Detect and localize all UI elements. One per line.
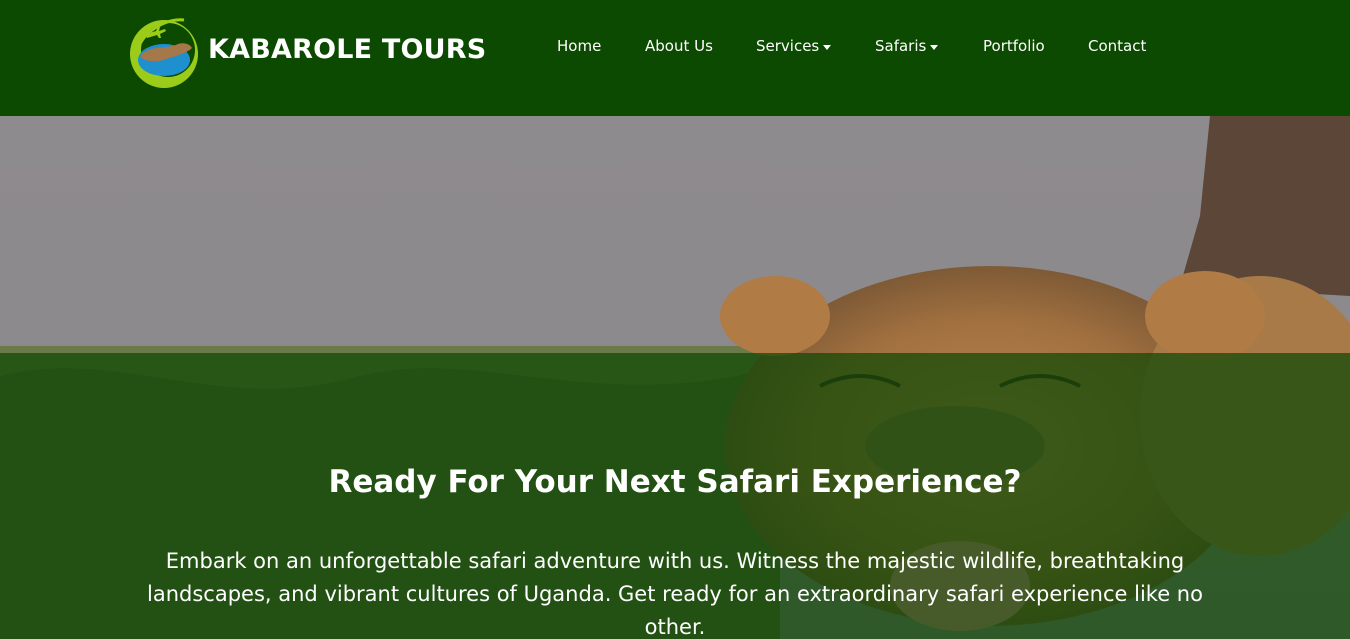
caret-down-icon	[930, 44, 939, 50]
nav-about-us[interactable]: About Us	[645, 37, 713, 55]
nav-services[interactable]: Services	[756, 37, 832, 55]
nav-safaris-label: Safaris	[875, 37, 927, 55]
nav-home[interactable]: Home	[557, 37, 601, 55]
brand-name: KABAROLE TOURS	[208, 34, 487, 65]
nav-portfolio-label: Portfolio	[983, 37, 1045, 55]
nav-safaris[interactable]: Safaris	[875, 37, 939, 55]
airplane-globe-logo-icon	[130, 18, 198, 88]
hero-section: Ready For Your Next Safari Experience? E…	[0, 116, 1350, 639]
nav-contact-label: Contact	[1088, 37, 1147, 55]
navbar: KABAROLE TOURS Home About Us Services Sa…	[0, 0, 1350, 116]
hero-description: Embark on an unforgettable safari advent…	[147, 549, 1203, 639]
brand-link[interactable]: KABAROLE TOURS	[126, 14, 486, 90]
nav-home-label: Home	[557, 37, 602, 55]
caret-down-icon	[823, 44, 832, 50]
nav-about-label: About Us	[645, 37, 713, 55]
nav-services-label: Services	[756, 37, 820, 55]
hero-title: Ready For Your Next Safari Experience?	[328, 464, 1022, 500]
nav-contact[interactable]: Contact	[1088, 37, 1146, 55]
nav-portfolio[interactable]: Portfolio	[983, 37, 1045, 55]
